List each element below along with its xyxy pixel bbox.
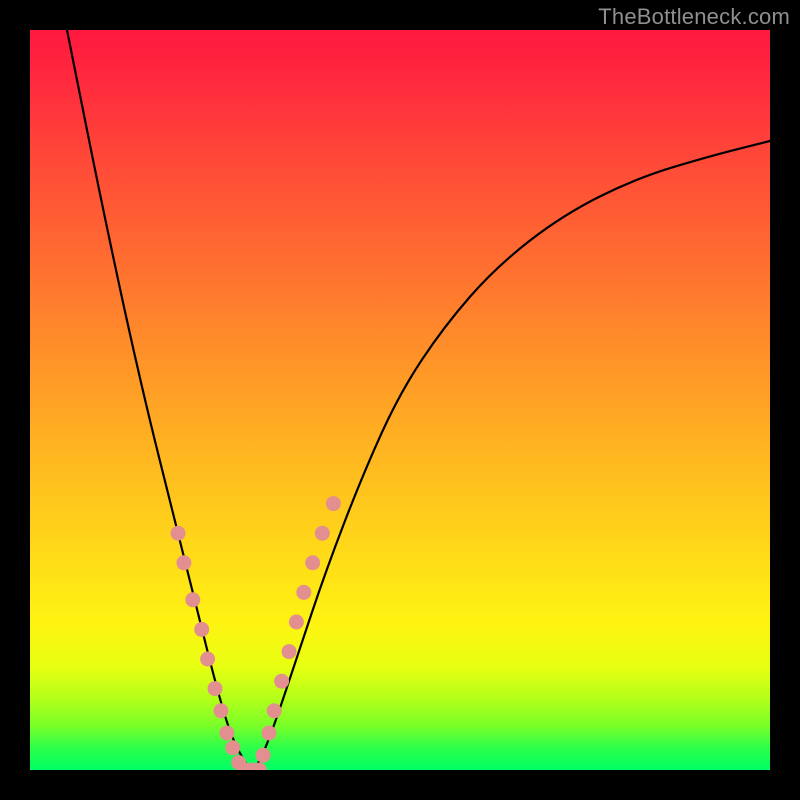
watermark-text: TheBottleneck.com [598,4,790,30]
chart-container: TheBottleneck.com [0,0,800,800]
plot-area [30,30,770,770]
